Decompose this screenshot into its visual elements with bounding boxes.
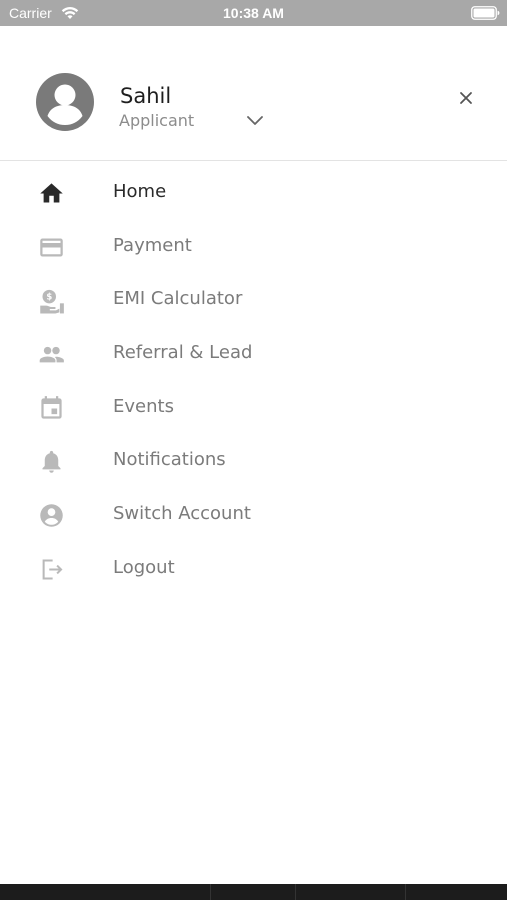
drawer-menu: Home Payment $ EMI Calculator Referral &… xyxy=(0,166,507,596)
menu-item-label: Home xyxy=(113,181,167,202)
status-time: 10:38 AM xyxy=(223,5,284,21)
logout-icon xyxy=(42,559,63,580)
bottom-bar-divider xyxy=(295,884,296,900)
menu-item-emi-calculator[interactable]: $ EMI Calculator xyxy=(0,273,507,327)
menu-item-label: Referral & Lead xyxy=(113,342,253,364)
menu-item-label: Payment xyxy=(113,234,192,256)
menu-item-label: Logout xyxy=(113,556,175,578)
account-circle-icon xyxy=(40,504,63,527)
svg-text:$: $ xyxy=(46,292,52,302)
status-bar: Carrier 10:38 AM xyxy=(0,0,507,26)
menu-item-label: Events xyxy=(113,395,174,417)
menu-item-home[interactable]: Home xyxy=(0,166,507,220)
menu-item-notifications[interactable]: Notifications xyxy=(0,434,507,488)
menu-item-payment[interactable]: Payment xyxy=(0,220,507,274)
menu-item-events[interactable]: Events xyxy=(0,381,507,435)
calendar-icon xyxy=(41,395,62,419)
bottom-bar-divider xyxy=(405,884,406,900)
drawer-header: Sahil Applicant xyxy=(0,26,507,161)
credit-card-icon xyxy=(40,238,63,257)
close-icon[interactable] xyxy=(458,90,474,106)
menu-item-label: Switch Account xyxy=(113,503,251,525)
battery-icon xyxy=(471,6,500,20)
menu-item-referral-lead[interactable]: Referral & Lead xyxy=(0,327,507,381)
user-role: Applicant xyxy=(119,111,195,130)
user-name: Sahil xyxy=(120,84,172,108)
bottom-bar-divider xyxy=(210,884,211,900)
home-icon xyxy=(40,183,63,203)
chevron-down-icon[interactable] xyxy=(245,113,265,127)
bottom-bar xyxy=(0,884,507,900)
emi-calculator-icon: $ xyxy=(40,290,64,314)
bell-icon xyxy=(42,451,61,474)
avatar xyxy=(36,73,94,131)
menu-item-logout[interactable]: Logout xyxy=(0,542,507,596)
menu-item-label: EMI Calculator xyxy=(113,288,243,310)
people-icon xyxy=(39,346,64,363)
menu-item-switch-account[interactable]: Switch Account xyxy=(0,488,507,542)
menu-item-label: Notifications xyxy=(113,449,226,471)
